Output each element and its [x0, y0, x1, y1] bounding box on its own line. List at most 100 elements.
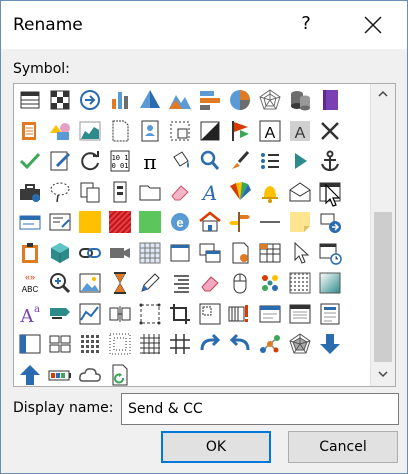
database-symbol[interactable]: [286, 86, 314, 114]
dots-symbol[interactable]: [256, 269, 284, 297]
eraser-symbol[interactable]: [166, 178, 194, 206]
layout-symbol[interactable]: [196, 300, 224, 328]
tabs-alert-symbol[interactable]: [226, 300, 254, 328]
bar-horizontal-symbol[interactable]: [196, 86, 224, 114]
binary-symbol[interactable]: 10 10 01: [106, 147, 134, 175]
scroll-up-button[interactable]: [371, 84, 395, 106]
crop-symbol[interactable]: [166, 300, 194, 328]
sticky-note-symbol[interactable]: [286, 208, 314, 236]
font-a-symbol[interactable]: A: [196, 178, 224, 206]
text-aa-symbol[interactable]: Aa: [16, 300, 44, 328]
chart-split-symbol[interactable]: [76, 300, 104, 328]
copy-symbol[interactable]: [76, 178, 104, 206]
dotted-rect-symbol[interactable]: [106, 330, 134, 358]
link-symbol[interactable]: [76, 239, 104, 267]
lasso-symbol[interactable]: [46, 178, 74, 206]
pi-symbol[interactable]: π: [136, 147, 164, 175]
checker-symbol[interactable]: [46, 86, 74, 114]
mouse-symbol[interactable]: [226, 269, 254, 297]
transfer-symbol[interactable]: [316, 208, 344, 236]
spelling-symbol[interactable]: «» ABC: [16, 269, 44, 297]
search-symbol[interactable]: [196, 147, 224, 175]
help-button[interactable]: ?: [291, 9, 321, 39]
picture-symbol[interactable]: [76, 269, 104, 297]
clipboard-symbol[interactable]: [16, 239, 44, 267]
line-symbol[interactable]: [256, 208, 284, 236]
bell-symbol[interactable]: [256, 178, 284, 206]
sheets-symbol[interactable]: [16, 117, 44, 145]
bar-chart-symbol[interactable]: [106, 86, 134, 114]
server-symbol[interactable]: [106, 178, 134, 206]
anchor-symbol[interactable]: [316, 147, 344, 175]
align-right-symbol[interactable]: [166, 269, 194, 297]
hash-grid-symbol[interactable]: [136, 330, 164, 358]
calc-table-symbol[interactable]: [256, 239, 284, 267]
cube-symbol[interactable]: [46, 239, 74, 267]
contrast-symbol[interactable]: [196, 117, 224, 145]
schedule-symbol[interactable]: [316, 239, 344, 267]
vertical-scrollbar[interactable]: [370, 84, 395, 386]
cross-symbol[interactable]: [316, 117, 344, 145]
close-button[interactable]: [355, 9, 391, 41]
paint-bucket-symbol[interactable]: [166, 147, 194, 175]
book-symbol[interactable]: [316, 86, 344, 114]
eraser-pink-symbol[interactable]: [196, 269, 224, 297]
dialog-symbol[interactable]: [256, 300, 284, 328]
browser-symbol[interactable]: e: [166, 208, 194, 236]
windows-stack-symbol[interactable]: [196, 239, 224, 267]
text-box-symbol[interactable]: A: [256, 117, 284, 145]
green-swatch-symbol[interactable]: [136, 208, 164, 236]
cloud-symbol[interactable]: [76, 361, 104, 389]
checkmark-symbol[interactable]: [16, 147, 44, 175]
contact-card-symbol[interactable]: [136, 117, 164, 145]
window-grid-symbol[interactable]: [286, 300, 314, 328]
color-fan-symbol[interactable]: [226, 178, 254, 206]
table-symbol[interactable]: [16, 86, 44, 114]
redo-symbol[interactable]: [196, 330, 224, 358]
sidebar-symbol[interactable]: [16, 330, 44, 358]
ok-button[interactable]: OK: [161, 431, 271, 463]
folder-symbol[interactable]: [136, 178, 164, 206]
molecule-symbol[interactable]: [256, 330, 284, 358]
columns-symbol[interactable]: [106, 300, 134, 328]
arrow-right-circle-symbol[interactable]: [76, 86, 104, 114]
signpost-symbol[interactable]: [226, 208, 254, 236]
window-small-symbol[interactable]: [166, 239, 194, 267]
flag-teal-symbol[interactable]: [46, 300, 74, 328]
envelope-symbol[interactable]: [286, 178, 314, 206]
house-symbol[interactable]: [196, 208, 224, 236]
cancel-button[interactable]: Cancel: [288, 431, 398, 463]
pyramid-symbol[interactable]: [136, 86, 164, 114]
pattern-symbol[interactable]: [286, 269, 314, 297]
spider-symbol[interactable]: [286, 330, 314, 358]
bullets-symbol[interactable]: [256, 147, 284, 175]
mountain-chart-symbol[interactable]: [166, 86, 194, 114]
toolbox-symbol[interactable]: [16, 178, 44, 206]
pen-symbol[interactable]: [136, 269, 164, 297]
refresh-doc-symbol[interactable]: [106, 361, 134, 389]
scroll-thumb[interactable]: [374, 212, 392, 362]
pie-chart-symbol[interactable]: [226, 86, 254, 114]
dashed-box-symbol[interactable]: [136, 300, 164, 328]
hourglass-symbol[interactable]: [106, 269, 134, 297]
magnifier-symbol[interactable]: [46, 269, 74, 297]
brush-symbol[interactable]: [226, 147, 254, 175]
dots-grid-symbol[interactable]: [76, 330, 104, 358]
form-icon-2-symbol[interactable]: [316, 300, 344, 328]
edit-symbol[interactable]: [46, 147, 74, 175]
area-chart-symbol[interactable]: [76, 117, 104, 145]
document-symbol[interactable]: [106, 117, 134, 145]
text-grey-symbol[interactable]: A: [286, 117, 314, 145]
arrow-up-symbol[interactable]: [16, 361, 44, 389]
pointer-symbol[interactable]: [286, 239, 314, 267]
radar-chart-symbol[interactable]: [256, 86, 284, 114]
gradient-symbol[interactable]: [316, 269, 344, 297]
form-symbol[interactable]: [46, 208, 74, 236]
play-symbol[interactable]: [286, 147, 314, 175]
yellow-swatch-symbol[interactable]: [76, 208, 104, 236]
shapes-symbol[interactable]: [46, 117, 74, 145]
arrow-down-symbol[interactable]: [316, 330, 344, 358]
refresh-symbol[interactable]: [76, 147, 104, 175]
undo-symbol[interactable]: [226, 330, 254, 358]
scroll-down-button[interactable]: [371, 364, 395, 386]
